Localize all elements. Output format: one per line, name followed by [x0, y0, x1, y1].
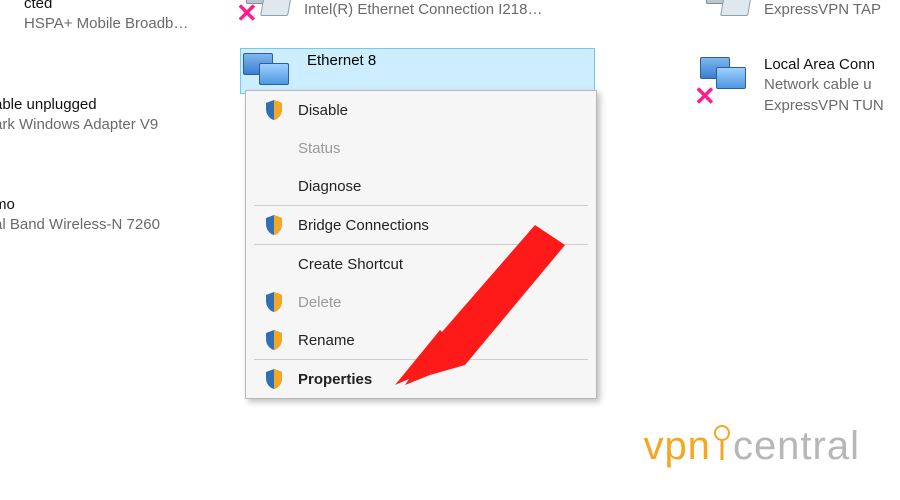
- adapter-item[interactable]: mo al Band Wireless-N 7260: [0, 195, 160, 236]
- adapter-title: able unplugged: [0, 95, 158, 115]
- nic-icon: [700, 0, 754, 20]
- adapter-title: Local Area Conn: [764, 55, 884, 75]
- adapter-item[interactable]: able unplugged ark Windows Adapter V9: [0, 95, 158, 136]
- network-screens-icon: [243, 51, 297, 91]
- adapter-title: cted: [24, 0, 188, 14]
- menu-label: Disable: [298, 102, 348, 119]
- shield-icon: [264, 214, 284, 236]
- adapter-item[interactable]: Disabled ExpressVPN TAP: [700, 0, 881, 21]
- adapter-subtitle: ark Windows Adapter V9: [0, 115, 158, 135]
- shield-icon: [264, 291, 284, 313]
- menu-label: Diagnose: [298, 178, 361, 195]
- menu-item-status: Status: [246, 129, 596, 167]
- shield-icon: [264, 99, 284, 121]
- network-screens-icon: ✕: [700, 55, 754, 95]
- menu-item-shortcut[interactable]: Create Shortcut: [246, 245, 596, 283]
- adapter-subtitle: HSPA+ Mobile Broadb…: [24, 14, 188, 34]
- adapter-subtitle: al Band Wireless-N 7260: [0, 215, 160, 235]
- pin-icon: [713, 425, 731, 475]
- menu-item-diagnose[interactable]: Diagnose: [246, 167, 596, 205]
- adapter-item-selected[interactable]: Ethernet 8: [240, 48, 595, 94]
- adapter-subtitle: ExpressVPN TAP: [764, 0, 881, 20]
- menu-label: Rename: [298, 332, 355, 349]
- unplugged-icon: ✕: [236, 0, 258, 29]
- logo-text-central: central: [733, 424, 860, 468]
- adapter-subtitle: Network cable u: [764, 75, 884, 95]
- nic-icon: [0, 0, 14, 34]
- menu-item-disable[interactable]: Disable: [246, 91, 596, 129]
- shield-icon: [264, 368, 284, 390]
- logo-text-vpn: vpn: [643, 424, 711, 468]
- menu-label: Properties: [298, 371, 372, 388]
- menu-item-bridge[interactable]: Bridge Connections: [246, 206, 596, 244]
- watermark-logo: vpn central: [643, 424, 860, 475]
- menu-label: Status: [298, 140, 341, 157]
- adapter-title: Ethernet 8: [307, 51, 376, 71]
- adapter-item[interactable]: ✕ Network cable unplugged Intel(R) Ether…: [240, 0, 542, 21]
- adapter-subtitle: ExpressVPN TUN: [764, 96, 884, 116]
- adapter-title: mo: [0, 195, 160, 215]
- context-menu: Disable Status Diagnose Bridge Connectio…: [245, 90, 597, 399]
- menu-label: Create Shortcut: [298, 256, 403, 273]
- nic-icon: ✕: [240, 0, 294, 20]
- shield-icon: [264, 329, 284, 351]
- adapter-item[interactable]: cted HSPA+ Mobile Broadb…: [0, 0, 188, 35]
- menu-item-delete: Delete: [246, 283, 596, 321]
- adapter-subtitle: Intel(R) Ethernet Connection I218…: [304, 0, 542, 20]
- menu-label: Bridge Connections: [298, 217, 429, 234]
- menu-item-properties[interactable]: Properties: [246, 360, 596, 398]
- menu-item-rename[interactable]: Rename: [246, 321, 596, 359]
- menu-label: Delete: [298, 294, 341, 311]
- unplugged-icon: ✕: [694, 81, 716, 112]
- adapter-item[interactable]: ✕ Local Area Conn Network cable u Expres…: [700, 55, 884, 116]
